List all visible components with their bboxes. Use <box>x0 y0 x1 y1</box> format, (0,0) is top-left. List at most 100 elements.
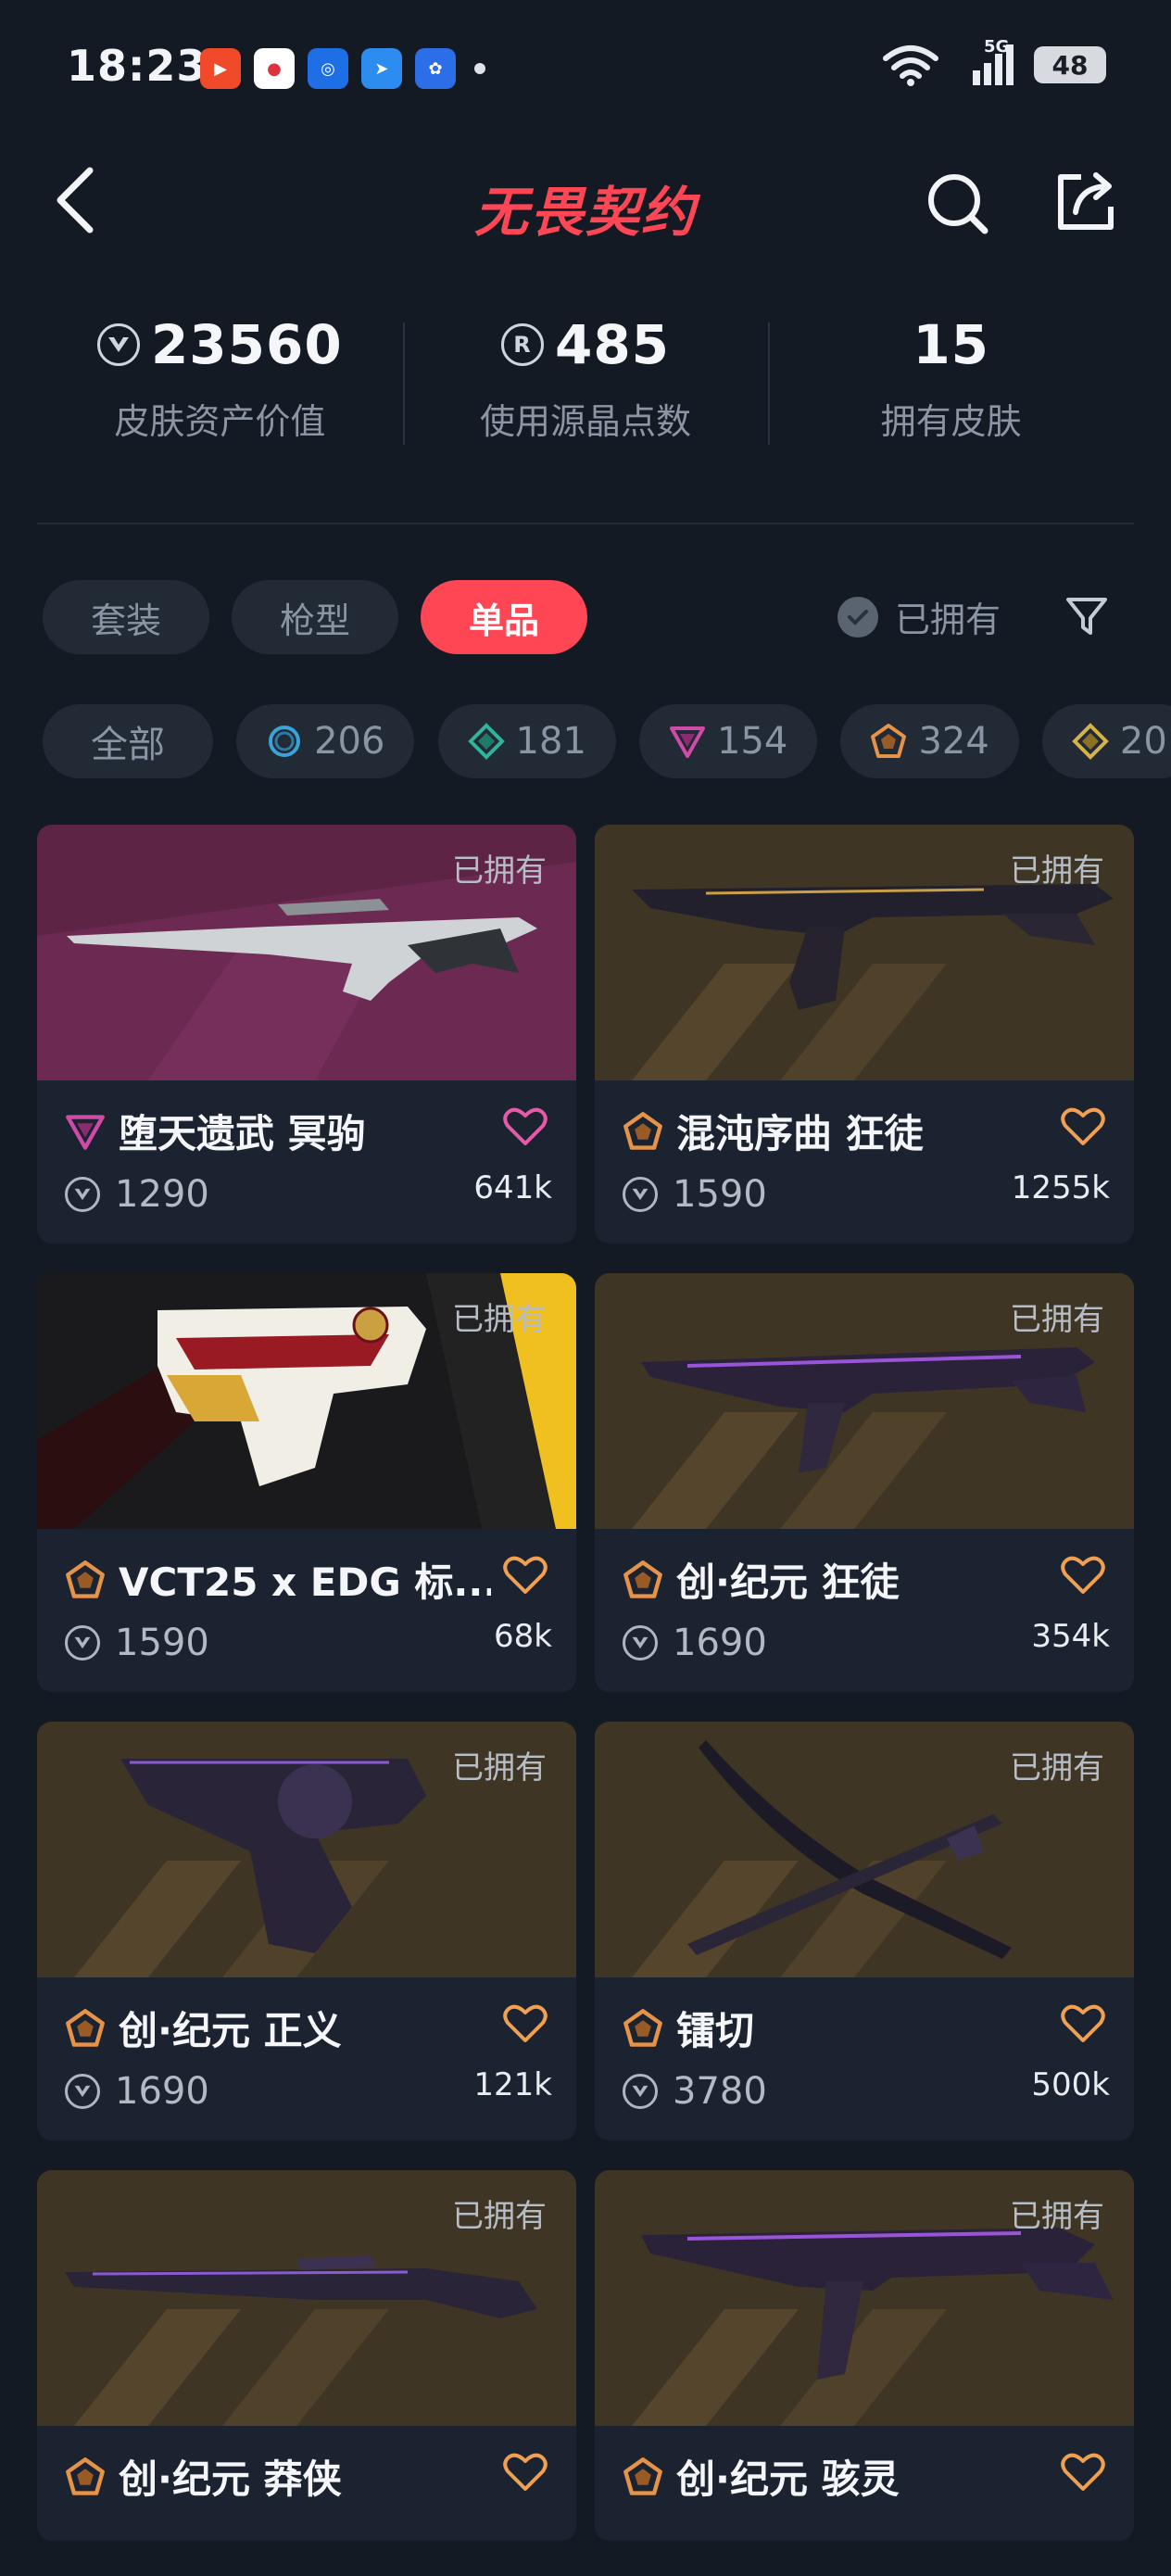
favorite-heart-icon[interactable] <box>502 1105 548 1147</box>
favorite-heart-icon[interactable] <box>502 2001 548 2044</box>
skin-name: 创·纪元 莽侠 <box>119 2456 342 2502</box>
skin-card[interactable]: 已拥有 创·纪元 莽侠 <box>37 2170 576 2541</box>
skin-title: 创·纪元 正义 <box>65 2000 491 2056</box>
share-button[interactable] <box>1049 165 1123 239</box>
stat-label: 拥有皮肤 <box>880 401 1022 442</box>
rarity-deluxe[interactable]: 181 <box>437 704 616 778</box>
skin-price: 1590 <box>623 1173 767 1216</box>
network-type: 5G <box>984 37 1010 57</box>
filter-button[interactable] <box>1056 586 1117 647</box>
vp-currency-icon <box>96 323 140 366</box>
owned-badge: 已拥有 <box>452 1301 547 1338</box>
stat-skin-value: 23560 皮肤资产价值 <box>37 306 403 473</box>
vp-currency-icon <box>623 2074 658 2109</box>
ultra-tier-icon <box>66 1559 105 1598</box>
deluxe-tier-icon <box>467 723 505 760</box>
skin-grid: 已拥有 堕天遗武 冥驹 1290 641k 已拥有 混沌序曲 狂徒 1590 1… <box>37 825 1134 2541</box>
stat-label: 使用源晶点数 <box>480 401 692 442</box>
like-count: 68k <box>494 1618 552 1655</box>
owned-badge: 已拥有 <box>1010 852 1104 890</box>
like-count: 354k <box>1031 1618 1110 1655</box>
skin-title: 镭切 <box>623 2000 1049 2056</box>
tab-bundle[interactable]: 套装 <box>43 580 210 654</box>
stat-radianite: R 485 使用源晶点数 <box>402 306 769 473</box>
skin-card[interactable]: 已拥有 混沌序曲 狂徒 1590 1255k <box>595 825 1134 1244</box>
vp-currency-icon <box>65 1177 100 1212</box>
ultra-tier-icon <box>623 2008 662 2047</box>
rarity-premium[interactable]: 20 <box>1041 704 1171 778</box>
skin-card[interactable]: 已拥有 创·纪元 狂徒 1690 354k <box>595 1273 1134 1692</box>
skin-card[interactable]: 已拥有 创·纪元 正义 1690 121k <box>37 1722 576 2140</box>
radianite-icon: R <box>500 323 544 366</box>
wifi-icon <box>883 45 938 86</box>
owned-filter-label: 已拥有 <box>895 600 1001 640</box>
skin-card[interactable]: 已拥有 镭切 3780 500k <box>595 1722 1134 2140</box>
vp-currency-icon <box>65 1625 100 1661</box>
shopping-app-icon: ● <box>254 48 295 89</box>
tab-weapon-type[interactable]: 枪型 <box>232 580 399 654</box>
vp-currency-icon <box>65 2074 100 2109</box>
collection-stats: 23560 皮肤资产价值 R 485 使用源晶点数 15 拥有皮肤 <box>37 306 1134 473</box>
vp-currency-icon <box>623 1177 658 1212</box>
skin-price: 1590 <box>65 1622 209 1664</box>
ultra-tier-icon <box>66 2456 105 2495</box>
vp-currency-icon <box>623 1625 658 1661</box>
skin-card[interactable]: 已拥有 堕天遗武 冥驹 1290 641k <box>37 825 576 1244</box>
search-button[interactable] <box>921 167 995 241</box>
skin-name: 创·纪元 骇灵 <box>676 2456 900 2502</box>
rarity-all[interactable]: 全部 <box>43 704 213 778</box>
skin-title: 创·纪元 狂徒 <box>623 1551 1049 1608</box>
stat-value: 23560 <box>150 313 343 376</box>
skin-price: 1690 <box>623 1622 767 1664</box>
rarity-count: 20 <box>1119 720 1167 763</box>
top-nav: 无畏契约 <box>0 139 1171 259</box>
system-indicators: 5G 48 <box>882 37 1106 87</box>
exclusive-tier-icon <box>670 726 705 758</box>
premium-tier-icon <box>1072 723 1109 760</box>
owned-badge: 已拥有 <box>1010 1301 1104 1338</box>
share-icon <box>1058 172 1114 230</box>
price-value: 1590 <box>115 1622 209 1664</box>
favorite-heart-icon[interactable] <box>502 2450 548 2493</box>
rarity-select[interactable]: 206 <box>236 704 415 778</box>
skin-image: 已拥有 <box>37 1722 576 1977</box>
rarity-ultra[interactable]: 324 <box>840 704 1019 778</box>
favorite-heart-icon[interactable] <box>1060 1553 1106 1596</box>
funnel-icon <box>1066 598 1107 635</box>
skin-name: 创·纪元 正义 <box>119 2008 342 2053</box>
notification-icons: ▶ ● ◎ ➤ ✿ <box>200 48 456 89</box>
ultra-tier-icon <box>623 1111 662 1150</box>
favorite-heart-icon[interactable] <box>502 1553 548 1596</box>
video-app-icon: ▶ <box>200 48 241 89</box>
rarity-filter-row: 全部 206 181 154 324 20 <box>43 704 1171 778</box>
skin-price: 1690 <box>65 2070 209 2113</box>
exclusive-tier-icon <box>66 1114 105 1150</box>
skin-title: 堕天遗武 冥驹 <box>65 1103 491 1159</box>
skin-card[interactable]: 已拥有 VCT25 x EDG 标... 1590 68k <box>37 1273 576 1692</box>
owned-badge: 已拥有 <box>1010 1749 1104 1787</box>
skin-image: 已拥有 <box>37 825 576 1080</box>
skin-title: 混沌序曲 狂徒 <box>623 1103 1049 1159</box>
skin-price: 1290 <box>65 1173 209 1216</box>
favorite-heart-icon[interactable] <box>1060 1105 1106 1147</box>
category-tabs: 套装 枪型 单品 <box>43 580 588 654</box>
game-logo: 无畏契约 <box>473 181 697 244</box>
rarity-label: 全部 <box>91 724 165 766</box>
owned-badge: 已拥有 <box>452 1749 547 1787</box>
stat-label: 皮肤资产价值 <box>114 401 326 442</box>
tab-single-item[interactable]: 单品 <box>421 580 588 654</box>
skin-name: 堕天遗武 冥驹 <box>119 1111 366 1156</box>
owned-filter-toggle[interactable]: 已拥有 <box>837 591 1001 642</box>
rarity-exclusive[interactable]: 154 <box>639 704 818 778</box>
favorite-heart-icon[interactable] <box>1060 2001 1106 2044</box>
select-tier-icon <box>269 726 301 757</box>
skin-card[interactable]: 已拥有 创·纪元 骇灵 <box>595 2170 1134 2541</box>
favorite-heart-icon[interactable] <box>1060 2450 1106 2493</box>
search-icon <box>928 174 988 234</box>
skin-image: 已拥有 <box>595 825 1134 1080</box>
owned-badge: 已拥有 <box>452 852 547 890</box>
like-count: 500k <box>1031 2066 1110 2103</box>
skin-image: 已拥有 <box>595 2170 1134 2426</box>
skin-name: VCT25 x EDG 标... <box>119 1559 491 1605</box>
skin-image: 已拥有 <box>595 1722 1134 1977</box>
